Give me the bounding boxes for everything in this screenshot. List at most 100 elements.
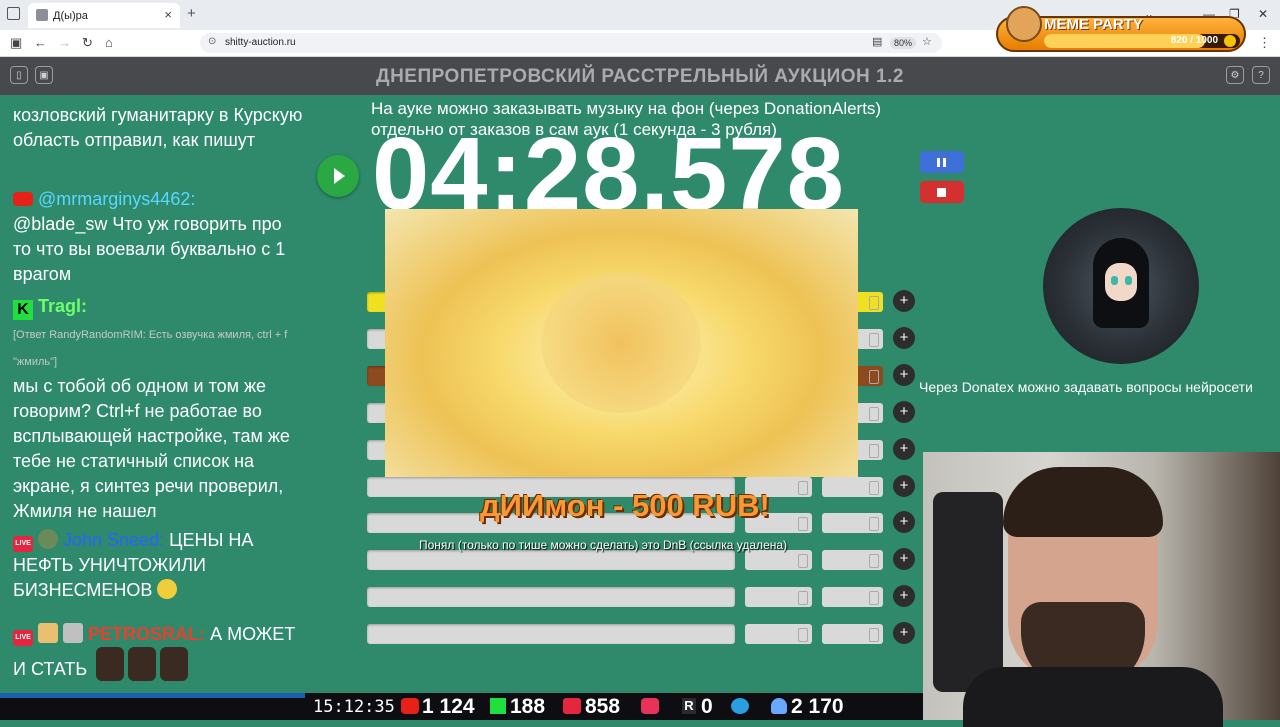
video-overlay-sun [385,209,858,477]
viewers-person-icon [771,698,787,714]
donation-message: Понял (только по тише можно сделать) это… [419,538,788,552]
add-amount-button[interactable]: + [893,511,915,533]
donatex-tip: Через Donatex можно задавать вопросы ней… [919,379,1253,395]
spinner-icon[interactable] [869,296,879,310]
add-amount-button[interactable]: + [893,585,915,607]
kick-icon: K [13,300,33,320]
add-amount-button[interactable]: + [893,327,915,349]
new-tab-icon[interactable]: + [187,5,196,22]
add-amount-button[interactable]: + [893,548,915,570]
lot-amount-input[interactable] [745,587,812,607]
stop-button[interactable] [920,181,964,203]
spinner-icon[interactable] [869,407,879,421]
chat-message: LIVE PETROSRAL: А МОЖЕТ И СТАТЬ [13,622,303,682]
spinner-icon[interactable] [798,628,808,642]
tab-close-icon[interactable]: × [164,7,172,22]
settings-gear-icon[interactable]: ⚙ [1226,66,1244,84]
tab-title: Д(ы)ра [53,10,88,22]
back-icon[interactable]: ← [34,35,47,50]
lot-extra-input[interactable] [822,550,883,570]
youtube-viewers: 1 124 [422,695,475,718]
add-amount-button[interactable]: + [893,438,915,460]
sidebar-icon[interactable]: ▣ [10,35,22,51]
meme-party-title: MEME PARTY [1044,16,1143,33]
donation-title: дИИмон - 500 RUB! [480,488,770,523]
lot-row: + [367,585,915,611]
emote-face-icon [160,647,189,681]
stream-stats-bar: 15:12:35 1 124 188 858 R 0 2 170 [0,693,923,720]
play-button[interactable] [317,155,359,197]
lot-extra-input[interactable] [822,624,883,644]
chat-message: K Tragl: [Ответ RandyRandomRIM: Есть озв… [13,294,303,524]
address-bar[interactable]: ⊙ shitty-auction.ru ▤ 80% ☆ [200,33,942,53]
chat-author: Tragl: [38,296,88,316]
play-icon [334,168,345,184]
forward-icon[interactable]: → [58,35,71,50]
browser-tab[interactable]: Д(ы)ра × [28,3,180,28]
lot-extra-input[interactable] [822,587,883,607]
spinner-icon[interactable] [798,481,808,495]
reader-view-icon[interactable]: ▤ [872,35,882,48]
spinner-icon[interactable] [869,517,879,531]
home-icon[interactable]: ⌂ [105,35,113,50]
pause-icon [937,158,946,167]
rumble-icon: R [682,698,696,714]
close-window-icon[interactable]: ✕ [1258,7,1268,21]
menu-icon[interactable]: ⋮ [1258,35,1271,51]
kick-viewers: 188 [510,695,546,718]
vk-live-icon [563,698,581,714]
lot-name-input[interactable] [367,624,735,644]
tab-actions-icon[interactable] [7,7,20,20]
pause-button[interactable] [920,151,964,173]
spinner-icon[interactable] [798,517,808,531]
chat-text: козловский гуманитарку в Курскую область… [13,105,303,150]
spinner-icon[interactable] [798,554,808,568]
add-amount-button[interactable]: + [893,290,915,312]
webcam-hair [1003,467,1163,537]
app-header: ▯ ▣ ДНЕПРОПЕТРОВСКИЙ РАССТРЕЛЬНЫЙ АУКЦИО… [0,57,1280,95]
add-amount-button[interactable]: + [893,364,915,386]
lot-amount-input[interactable] [745,624,812,644]
lot-amount-input[interactable] [745,550,812,570]
vk-video-icon [641,698,659,714]
add-amount-button[interactable]: + [893,401,915,423]
add-amount-button[interactable]: + [893,622,915,644]
lot-name-input[interactable] [367,587,735,607]
spinner-icon[interactable] [869,333,879,347]
zoom-level[interactable]: 80% [890,37,917,49]
spinner-icon[interactable] [869,370,879,384]
webcam-chair [933,492,1003,692]
bookmark-star-icon[interactable]: ☆ [922,35,932,48]
telegram-icon [731,698,749,714]
rumble-viewers: 0 [701,695,713,718]
vtuber-avatar [1043,208,1199,364]
tab-favicon [36,9,48,21]
meme-party-progress-bar: 820 / 1000 [1044,34,1240,48]
chat-author: PETROSRAL: [88,624,206,644]
spinner-icon[interactable] [869,554,879,568]
sun-face-image [541,273,701,413]
total-viewers: 2 170 [791,695,844,718]
spinner-icon[interactable] [869,481,879,495]
coin-icon [1224,35,1236,47]
help-icon[interactable]: ? [1252,66,1270,84]
doge-icon [1006,6,1042,42]
meme-party-widget: MEME PARTY 820 / 1000 [996,6,1246,52]
lot-extra-input[interactable] [822,477,883,497]
add-amount-button[interactable]: + [893,475,915,497]
soldier-emoji-icon [38,529,59,549]
lot-name-input[interactable] [367,550,735,570]
laughing-emoji-icon [157,579,178,599]
chat-reply-quote: [Ответ RandyRandomRIM: Есть озвучка жмил… [13,329,288,368]
youtube-icon [401,698,419,714]
stream-clock: 15:12:35 [313,697,395,717]
reload-icon[interactable]: ↻ [82,35,93,51]
spinner-icon[interactable] [869,444,879,458]
site-info-icon[interactable]: ⊙ [208,36,216,47]
spinner-icon[interactable] [869,591,879,605]
spinner-icon[interactable] [798,591,808,605]
lot-extra-input[interactable] [822,513,883,533]
chat-message: LIVE John Sneed: ЦЕНЫ НА НЕФТЬ УНИЧТОЖИЛ… [13,528,303,603]
spinner-icon[interactable] [869,628,879,642]
webcam-feed [923,452,1280,727]
